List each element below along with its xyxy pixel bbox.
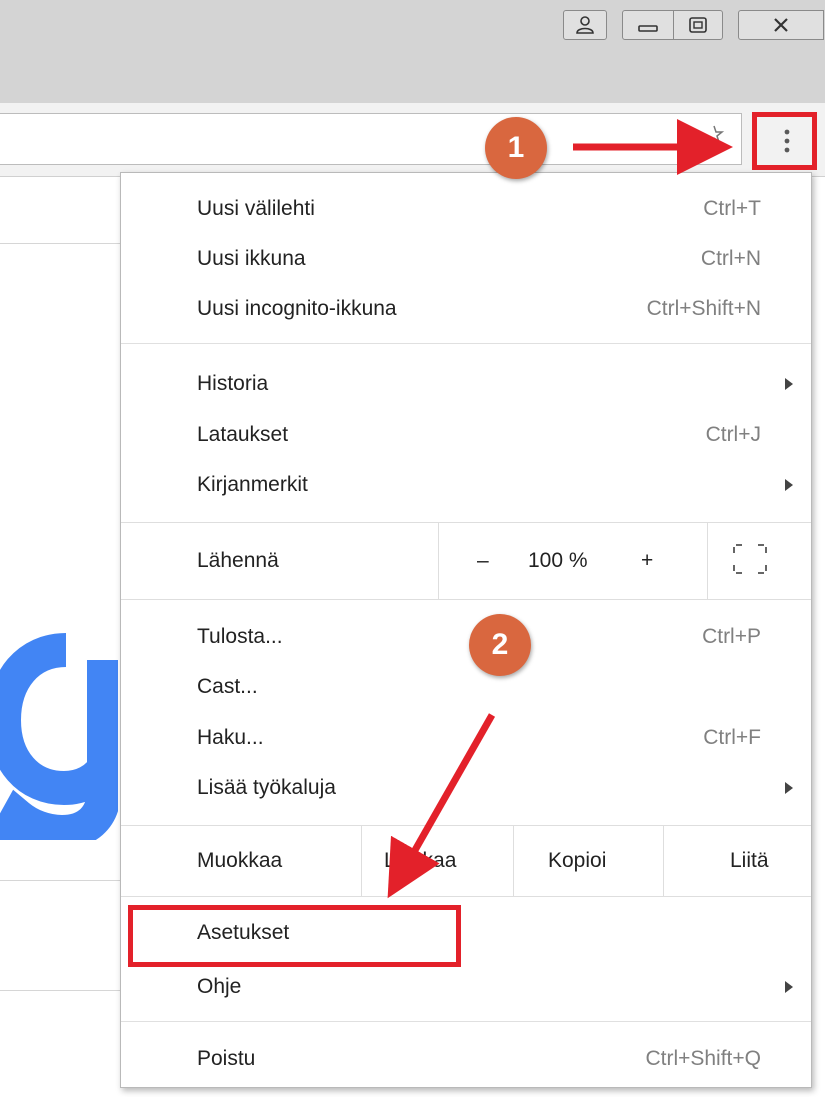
arrow-to-settings [387,713,496,899]
step-2-number: 2 [491,628,509,661]
step-2-badge: 2 [469,614,531,676]
step-1-badge: 1 [485,117,547,179]
step-1-number: 1 [507,131,525,164]
annotation-arrows [387,119,733,899]
